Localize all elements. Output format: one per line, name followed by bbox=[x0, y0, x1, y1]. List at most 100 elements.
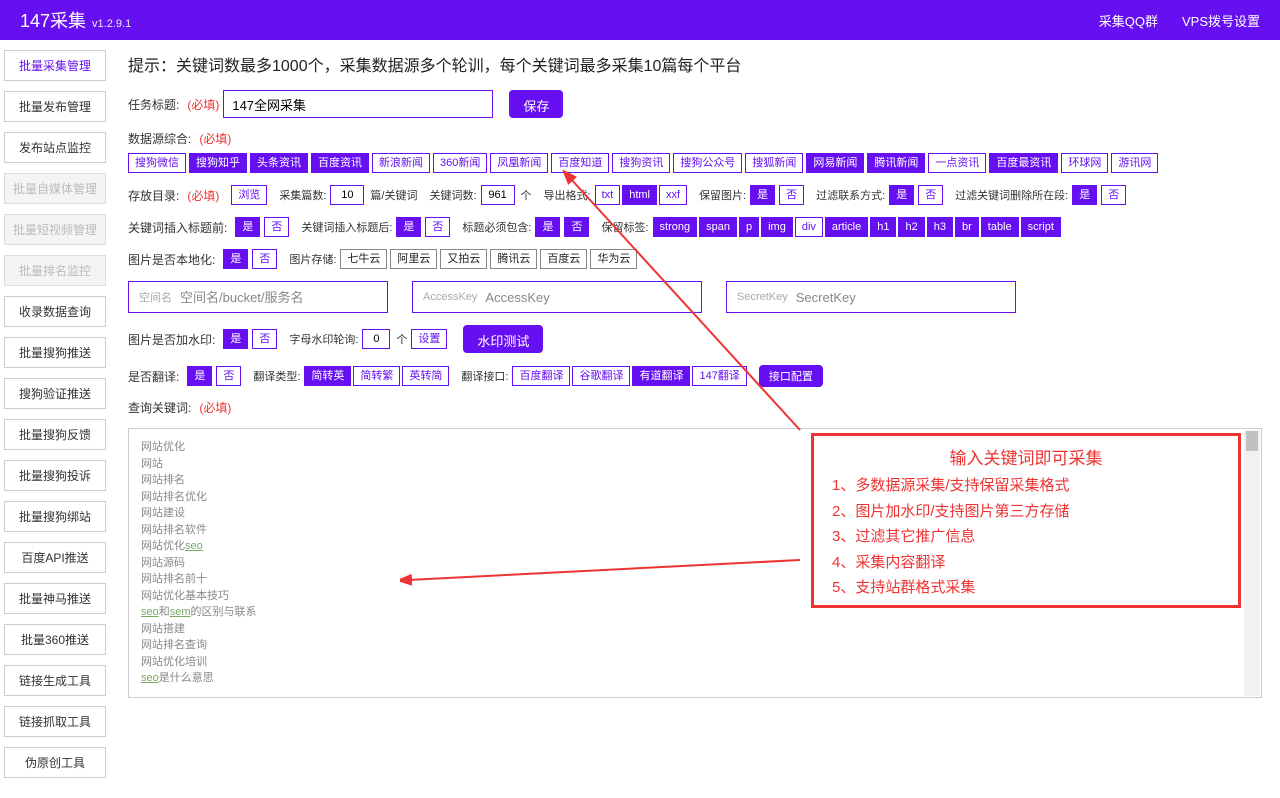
storage-provider[interactable]: 腾讯云 bbox=[490, 249, 537, 269]
translate-type[interactable]: 简转英 bbox=[304, 366, 351, 386]
kwinsert-after-no[interactable]: 否 bbox=[425, 217, 450, 237]
secretkey-input[interactable] bbox=[796, 290, 1005, 305]
source-tag[interactable]: 搜狗资讯 bbox=[612, 153, 670, 173]
sidebar-item[interactable]: 伪原创工具 bbox=[4, 747, 106, 778]
keep-tag[interactable]: h1 bbox=[870, 217, 896, 237]
sidebar-item[interactable]: 发布站点监控 bbox=[4, 132, 106, 163]
source-tag[interactable]: 腾讯新闻 bbox=[867, 153, 925, 173]
kwinsert-before-no[interactable]: 否 bbox=[264, 217, 289, 237]
translate-no[interactable]: 否 bbox=[216, 366, 241, 386]
wm-poll-input[interactable] bbox=[362, 329, 390, 349]
accesskey-input[interactable] bbox=[485, 290, 691, 305]
sidebar-item[interactable]: 批量360推送 bbox=[4, 624, 106, 655]
filter-del-yes[interactable]: 是 bbox=[1072, 185, 1097, 205]
source-tag[interactable]: 网易新闻 bbox=[806, 153, 864, 173]
filter-contact-no[interactable]: 否 bbox=[918, 185, 943, 205]
trans-config-button[interactable]: 接口配置 bbox=[759, 365, 823, 387]
sidebar-item: 批量排名监控 bbox=[4, 255, 106, 286]
help-overlay: 输入关键词即可采集 1、多数据源采集/支持保留采集格式 2、图片加水印/支持图片… bbox=[811, 433, 1241, 608]
source-tag[interactable]: 游讯网 bbox=[1111, 153, 1158, 173]
keep-tag[interactable]: script bbox=[1021, 217, 1061, 237]
save-button[interactable]: 保存 bbox=[509, 90, 563, 118]
sidebar-item[interactable]: 批量搜狗投诉 bbox=[4, 460, 106, 491]
wm-test-button[interactable]: 水印测试 bbox=[463, 325, 543, 353]
sidebar-item[interactable]: 收录数据查询 bbox=[4, 296, 106, 327]
keep-tag[interactable]: article bbox=[825, 217, 868, 237]
keep-tag[interactable]: img bbox=[761, 217, 793, 237]
watermark-no[interactable]: 否 bbox=[252, 329, 277, 349]
img-local-yes[interactable]: 是 bbox=[223, 249, 248, 269]
keep-tag[interactable]: br bbox=[955, 217, 979, 237]
filter-contact-yes[interactable]: 是 bbox=[889, 185, 914, 205]
translate-type[interactable]: 英转简 bbox=[402, 366, 449, 386]
img-local-no[interactable]: 否 bbox=[252, 249, 277, 269]
storage-provider[interactable]: 阿里云 bbox=[390, 249, 437, 269]
task-title-input[interactable] bbox=[223, 90, 493, 118]
format-tag[interactable]: txt bbox=[595, 185, 621, 205]
kwinsert-before-yes[interactable]: 是 bbox=[235, 217, 260, 237]
browse-button[interactable]: 浏览 bbox=[231, 185, 267, 205]
link-qq-group[interactable]: 采集QQ群 bbox=[1099, 11, 1158, 30]
link-vps-settings[interactable]: VPS拨号设置 bbox=[1182, 11, 1260, 30]
must-contain-label: 标题必须包含: bbox=[462, 219, 531, 235]
source-tag[interactable]: 搜狐新闻 bbox=[745, 153, 803, 173]
must-contain-no[interactable]: 否 bbox=[564, 217, 589, 237]
kwcount-input[interactable] bbox=[481, 185, 515, 205]
sidebar-item[interactable]: 批量搜狗绑站 bbox=[4, 501, 106, 532]
source-tag[interactable]: 百度资讯 bbox=[311, 153, 369, 173]
format-tag[interactable]: xxf bbox=[659, 185, 687, 205]
translate-api[interactable]: 147翻译 bbox=[692, 366, 746, 386]
keep-tag[interactable]: h3 bbox=[927, 217, 953, 237]
count-input[interactable] bbox=[330, 185, 364, 205]
sidebar-item[interactable]: 批量发布管理 bbox=[4, 91, 106, 122]
overlay-line: 4、采集内容翻译 bbox=[832, 550, 1220, 576]
storage-provider[interactable]: 七牛云 bbox=[340, 249, 387, 269]
storage-provider[interactable]: 百度云 bbox=[540, 249, 587, 269]
sidebar-item[interactable]: 批量神马推送 bbox=[4, 583, 106, 614]
sidebar-item[interactable]: 批量采集管理 bbox=[4, 50, 106, 81]
keep-tag[interactable]: p bbox=[739, 217, 759, 237]
scrollbar-vertical[interactable] bbox=[1244, 430, 1260, 696]
sidebar-item[interactable]: 搜狗验证推送 bbox=[4, 378, 106, 409]
source-tag[interactable]: 百度知道 bbox=[551, 153, 609, 173]
source-tag[interactable]: 头条资讯 bbox=[250, 153, 308, 173]
translate-api[interactable]: 百度翻译 bbox=[512, 366, 570, 386]
source-tag[interactable]: 搜狗微信 bbox=[128, 153, 186, 173]
sidebar-item[interactable]: 链接抓取工具 bbox=[4, 706, 106, 737]
source-tag[interactable]: 凤凰新闻 bbox=[490, 153, 548, 173]
keep-tag[interactable]: strong bbox=[653, 217, 698, 237]
keep-tag[interactable]: table bbox=[981, 217, 1019, 237]
filter-del-no[interactable]: 否 bbox=[1101, 185, 1126, 205]
keepimg-yes[interactable]: 是 bbox=[750, 185, 775, 205]
sidebar-item: 批量自媒体管理 bbox=[4, 173, 106, 204]
keepimg-no[interactable]: 否 bbox=[779, 185, 804, 205]
must-contain-yes[interactable]: 是 bbox=[535, 217, 560, 237]
source-tag[interactable]: 搜狗公众号 bbox=[673, 153, 742, 173]
kwinsert-after-yes[interactable]: 是 bbox=[396, 217, 421, 237]
sidebar-item[interactable]: 批量搜狗推送 bbox=[4, 337, 106, 368]
source-tag[interactable]: 百度最资讯 bbox=[989, 153, 1058, 173]
format-tag[interactable]: html bbox=[622, 185, 657, 205]
source-tag[interactable]: 一点资讯 bbox=[928, 153, 986, 173]
source-tag[interactable]: 360新闻 bbox=[433, 153, 487, 173]
translate-yes[interactable]: 是 bbox=[187, 366, 212, 386]
keep-tag[interactable]: span bbox=[699, 217, 737, 237]
space-input[interactable] bbox=[180, 290, 377, 305]
img-store-label: 图片存储: bbox=[289, 251, 336, 267]
translate-api[interactable]: 有道翻译 bbox=[632, 366, 690, 386]
source-tag[interactable]: 新浪新闻 bbox=[372, 153, 430, 173]
translate-type[interactable]: 简转繁 bbox=[353, 366, 400, 386]
storage-provider[interactable]: 华为云 bbox=[590, 249, 637, 269]
sidebar-item[interactable]: 百度API推送 bbox=[4, 542, 106, 573]
watermark-yes[interactable]: 是 bbox=[223, 329, 248, 349]
keywords-textarea[interactable]: 网站优化网站网站排名网站排名优化网站建设网站排名软件网站优化seo网站源码网站排… bbox=[128, 428, 1262, 698]
sidebar-item[interactable]: 链接生成工具 bbox=[4, 665, 106, 696]
sidebar-item[interactable]: 批量搜狗反馈 bbox=[4, 419, 106, 450]
source-tag[interactable]: 环球网 bbox=[1061, 153, 1108, 173]
wm-set-button[interactable]: 设置 bbox=[411, 329, 447, 349]
keep-tag[interactable]: div bbox=[795, 217, 823, 237]
storage-provider[interactable]: 又拍云 bbox=[440, 249, 487, 269]
source-tag[interactable]: 搜狗知乎 bbox=[189, 153, 247, 173]
translate-api[interactable]: 谷歌翻译 bbox=[572, 366, 630, 386]
keep-tag[interactable]: h2 bbox=[898, 217, 924, 237]
